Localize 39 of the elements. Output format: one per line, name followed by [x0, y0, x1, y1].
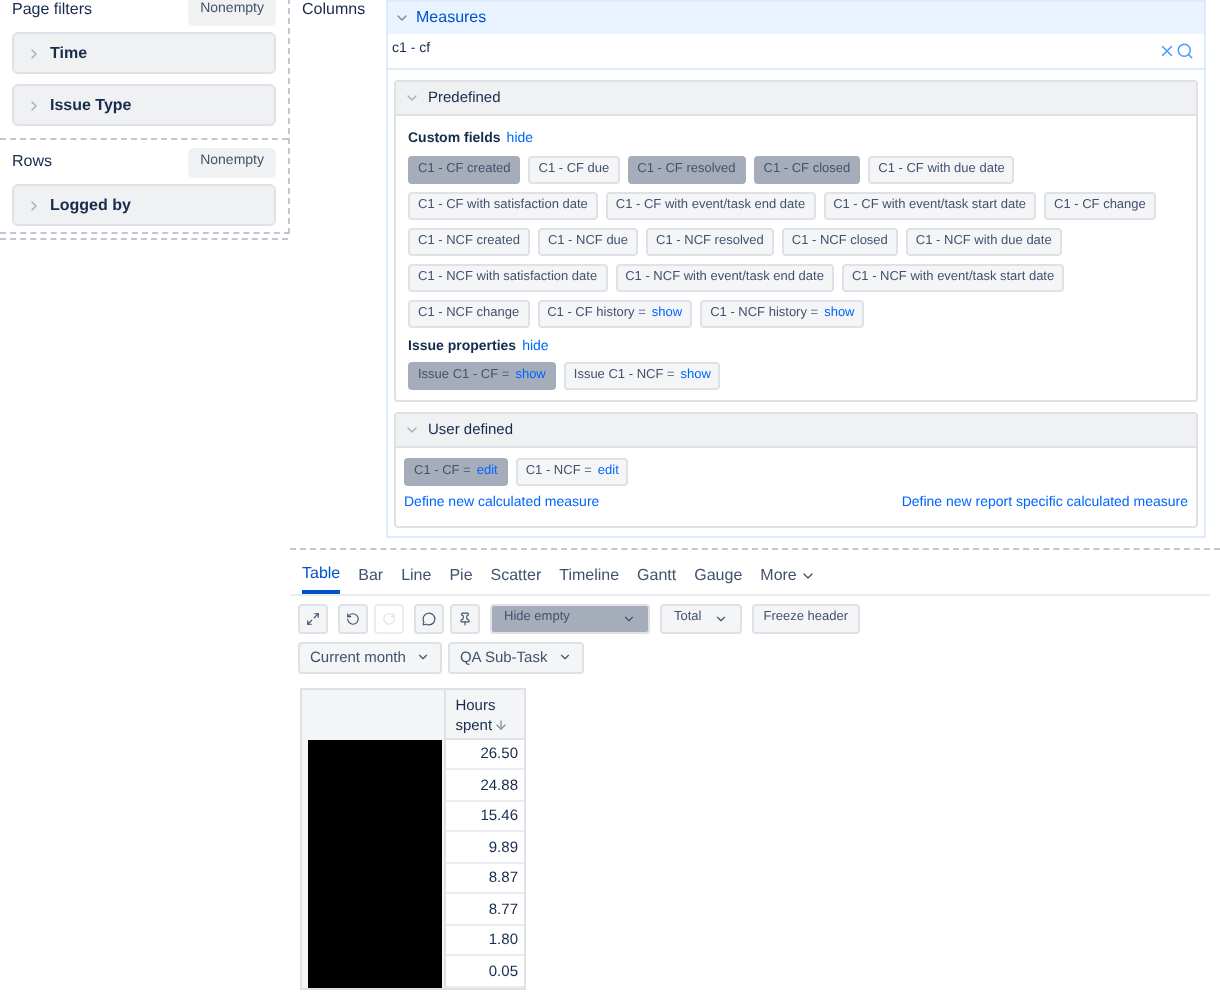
chevron-icon [404, 422, 420, 438]
undo-button[interactable] [338, 603, 368, 633]
chevron-icon [394, 10, 410, 26]
view-tab[interactable]: More [760, 558, 817, 594]
pin-icon [458, 611, 472, 625]
measures-header[interactable]: Measures [388, 2, 1204, 34]
section-title: Rows [12, 150, 53, 174]
view-tab[interactable]: Pie [449, 558, 473, 594]
comment-button[interactable] [414, 603, 444, 633]
chevron-icon [26, 97, 42, 113]
view-tab[interactable]: Line [401, 558, 432, 594]
expand-icon [306, 611, 320, 625]
view-tab[interactable]: Gauge [694, 558, 743, 594]
pin-button[interactable] [450, 603, 480, 633]
clear-icon[interactable] [1158, 42, 1176, 60]
expand-button[interactable] [298, 603, 328, 633]
dimension-item[interactable]: Issue Type [12, 84, 276, 126]
dimension-item[interactable]: Logged by [12, 184, 276, 226]
view-tab[interactable]: Timeline [559, 558, 620, 594]
chevron-icon [404, 90, 420, 106]
columns-label: Columns [302, 0, 368, 20]
dimension-item[interactable]: Time [12, 32, 276, 74]
search-icon[interactable] [1176, 42, 1194, 60]
caret-icon [557, 650, 572, 664]
caret-icon [415, 650, 430, 664]
section-title: Page filters [12, 0, 93, 22]
view-tab[interactable]: Gantt [637, 558, 677, 594]
comment-icon [422, 611, 436, 625]
view-tab[interactable]: Bar [358, 558, 384, 594]
undo-icon [346, 611, 360, 625]
chevron-icon [26, 45, 42, 61]
sort-arrow-icon [494, 718, 509, 733]
caret-icon [713, 611, 728, 625]
view-tab[interactable]: Scatter [490, 558, 542, 594]
chevron-icon [26, 197, 42, 213]
caret-icon [622, 611, 636, 625]
redo-icon [382, 611, 396, 625]
view-tab[interactable]: Table [302, 558, 341, 594]
caret-icon [800, 568, 817, 584]
